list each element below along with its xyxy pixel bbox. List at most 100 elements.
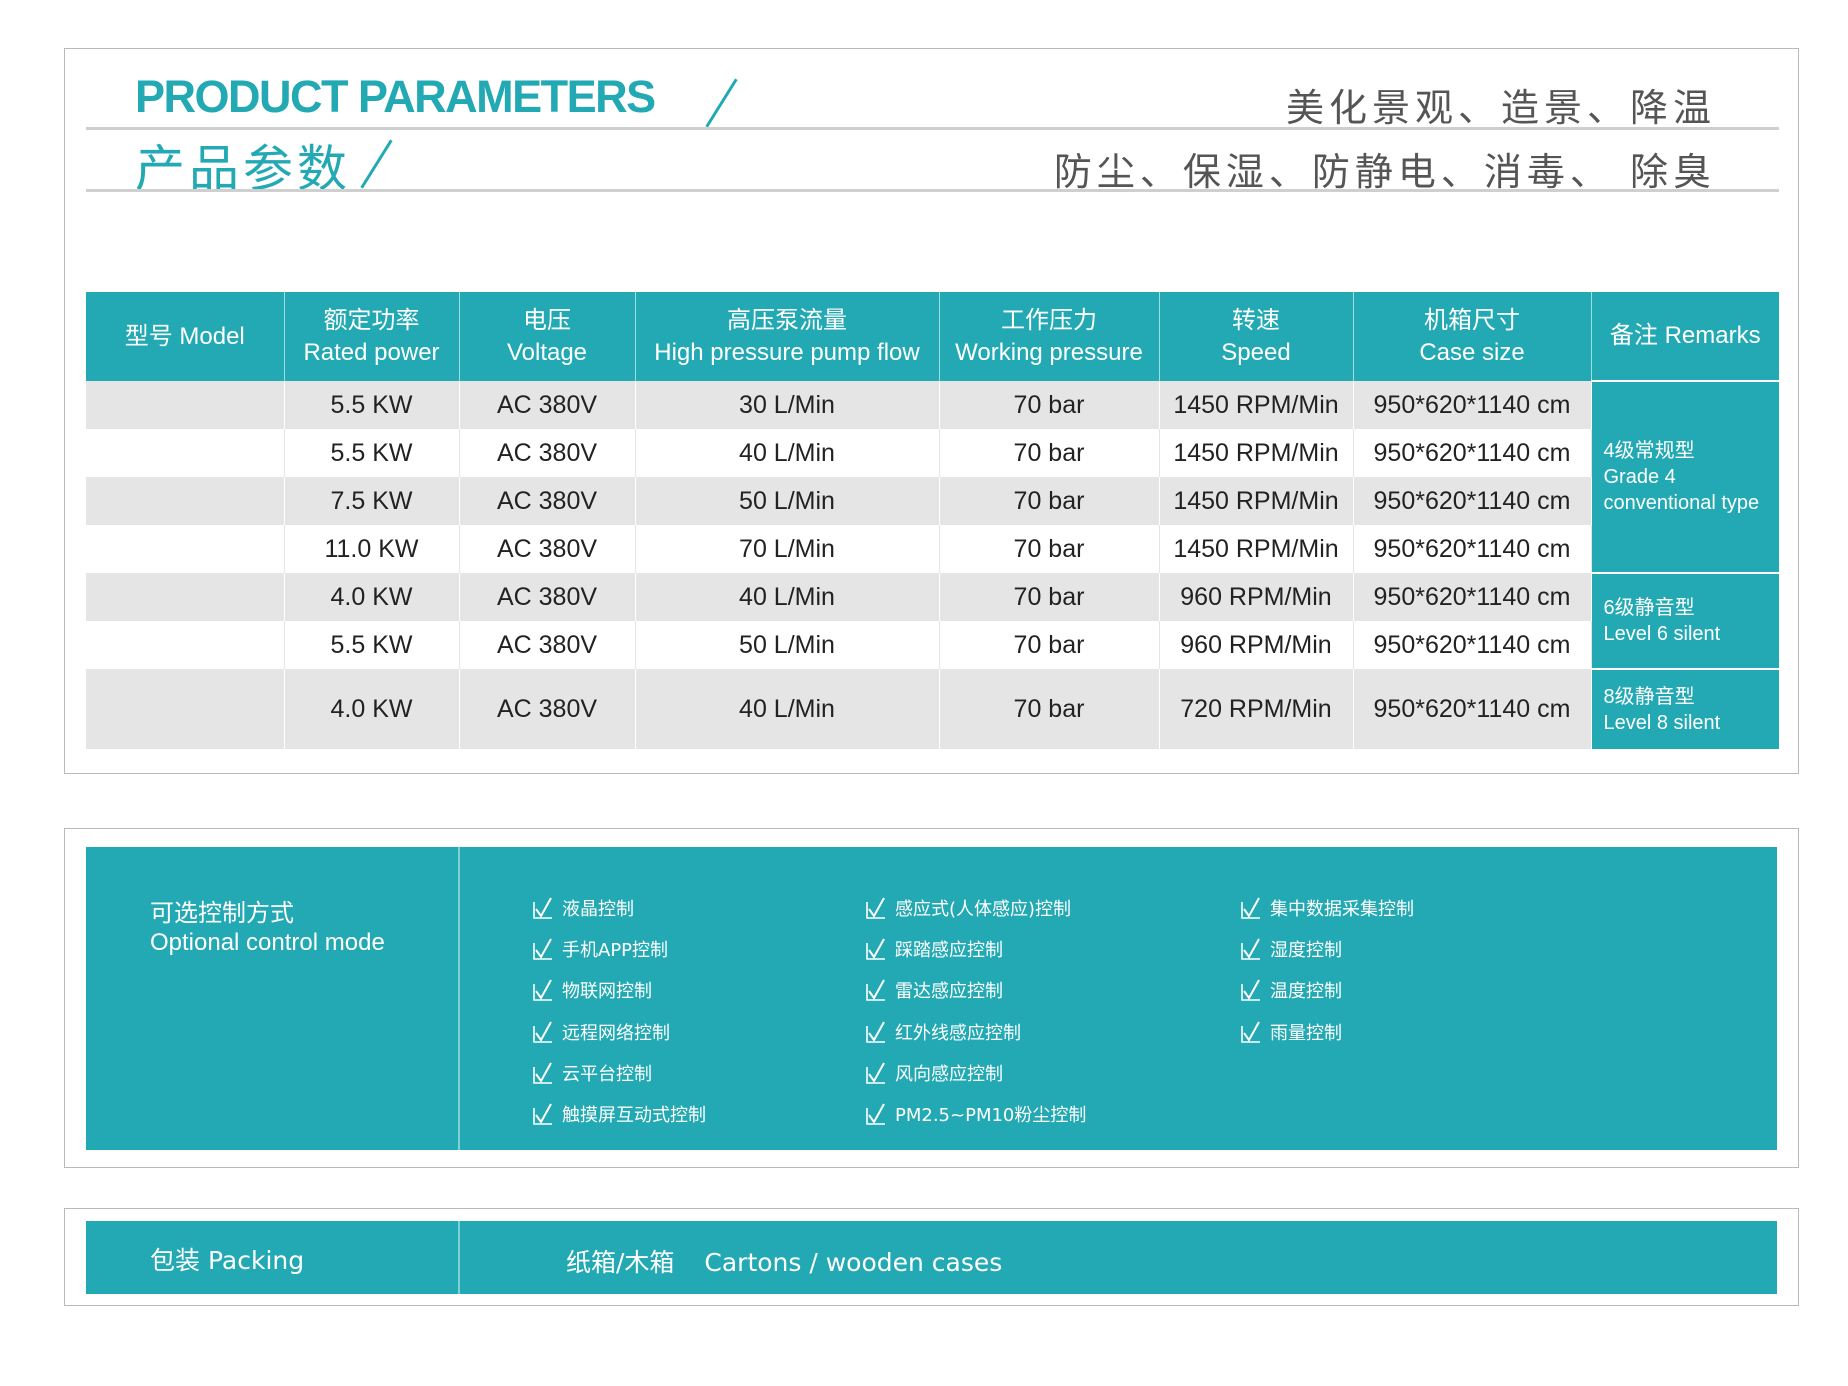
control-mode-label-en: Optional control mode (150, 929, 385, 956)
cell-pressure: 70 bar (939, 429, 1160, 477)
cell-speed: 1450 RPM/Min (1159, 381, 1354, 429)
checkbox-icon (1241, 1021, 1260, 1043)
cell-speed: 1450 RPM/Min (1159, 525, 1354, 573)
cell-model (86, 429, 285, 477)
remark-level-8: 8级静音型 Level 8 silent (1591, 668, 1779, 749)
remark-level-6: 6级静音型 Level 6 silent (1591, 572, 1779, 669)
control-option: 雨量控制 (1240, 1011, 1414, 1052)
control-option: 液晶控制 (532, 887, 706, 928)
checkbox-icon (866, 897, 885, 919)
checkbox-icon (1241, 938, 1260, 960)
remark-grade-4: 4级常规型 Grade 4 conventional type (1591, 380, 1779, 573)
product-parameters-panel: PRODUCT PARAMETERS 产品参数 美化景观、造景、降温 防尘、保湿… (64, 48, 1799, 774)
title-slash-decoration (705, 78, 738, 128)
control-option: 踩踏感应控制 (865, 928, 1086, 969)
cell-speed: 960 RPM/Min (1159, 621, 1354, 669)
cell-pressure: 70 bar (939, 669, 1160, 749)
table-row: 4.0 KW AC 380V 40 L/Min 70 bar 720 RPM/M… (86, 668, 1779, 749)
control-option: 集中数据采集控制 (1240, 887, 1414, 928)
cell-power: 5.5 KW (284, 621, 460, 669)
cell-model (86, 573, 285, 621)
cell-voltage: AC 380V (459, 429, 636, 477)
cell-speed: 1450 RPM/Min (1159, 477, 1354, 525)
cell-pressure: 70 bar (939, 573, 1160, 621)
cell-pressure: 70 bar (939, 525, 1160, 573)
packing-label: 包装 Packing (150, 1246, 305, 1275)
checkbox-icon (866, 938, 885, 960)
cell-size: 950*620*1140 cm (1353, 621, 1592, 669)
col-header-model: 型号 Model (86, 292, 285, 381)
control-option: 远程网络控制 (532, 1011, 706, 1052)
cell-flow: 50 L/Min (635, 621, 940, 669)
header-divider-top (86, 127, 1779, 130)
control-option: PM2.5~PM10粉尘控制 (865, 1093, 1086, 1134)
remark-grade-4-en: Grade 4 conventional type (1603, 466, 1760, 514)
control-option: 云平台控制 (532, 1052, 706, 1093)
cell-power: 5.5 KW (284, 429, 460, 477)
packing-panel: 包装 Packing 纸箱/木箱 Cartons / wooden cases (64, 1208, 1799, 1306)
cell-flow: 40 L/Min (635, 429, 940, 477)
cell-flow: 30 L/Min (635, 381, 940, 429)
control-option: 雷达感应控制 (865, 970, 1086, 1011)
control-option: 感应式(人体感应)控制 (865, 887, 1086, 928)
remark-level-8-en: Level 8 silent (1603, 711, 1721, 734)
cell-speed: 720 RPM/Min (1159, 669, 1354, 749)
checkbox-icon (866, 1062, 885, 1084)
checkbox-icon (866, 1021, 885, 1043)
cell-model (86, 477, 285, 525)
control-mode-label-cn: 可选控制方式 (150, 899, 294, 927)
cell-power: 7.5 KW (284, 477, 460, 525)
cell-voltage: AC 380V (459, 621, 636, 669)
cell-voltage: AC 380V (459, 669, 636, 749)
cell-model (86, 525, 285, 573)
cell-voltage: AC 380V (459, 525, 636, 573)
control-divider (458, 847, 460, 1150)
parameters-table: 型号 Model 额定功率 Rated power 电压 Voltage 高压泵流量… (86, 292, 1779, 749)
cell-flow: 50 L/Min (635, 477, 940, 525)
control-option: 湿度控制 (1240, 928, 1414, 969)
page-title-en: PRODUCT PARAMETERS (135, 71, 656, 122)
cell-size: 950*620*1140 cm (1353, 573, 1592, 621)
tagline-1: 美化景观、造景、降温 (1285, 86, 1716, 130)
cell-size: 950*620*1140 cm (1353, 669, 1592, 749)
checkbox-icon (866, 1103, 885, 1125)
cell-power: 5.5 KW (284, 381, 460, 429)
col-header-pressure: 工作压力 Working pressure (939, 292, 1160, 381)
remark-level-6-cn: 6级静音型 (1603, 597, 1695, 619)
remark-grade-4-cn: 4级常规型 (1603, 440, 1695, 462)
cell-pressure: 70 bar (939, 621, 1160, 669)
control-options-column-1: 液晶控制 手机APP控制 物联网控制 远程网络控制 云平台控制 触摸屏互动式控制 (532, 887, 706, 1135)
control-option: 温度控制 (1240, 970, 1414, 1011)
checkbox-icon (533, 1062, 552, 1084)
cell-size: 950*620*1140 cm (1353, 525, 1592, 573)
col-header-flow: 高压泵流量 High pressure pump flow (635, 292, 940, 381)
checkbox-icon (533, 938, 552, 960)
cell-model (86, 669, 285, 749)
control-mode-bar: 可选控制方式 Optional control mode 液晶控制 手机APP控… (86, 847, 1777, 1150)
packing-value: 纸箱/木箱 Cartons / wooden cases (566, 1243, 1002, 1279)
col-header-voltage: 电压 Voltage (459, 292, 636, 381)
table-row: 5.5 KW AC 380V 30 L/Min 70 bar 1450 RPM/… (86, 380, 1779, 573)
table-row: 11.0 KW AC 380V 70 L/Min 70 bar 1450 RPM… (86, 525, 1779, 573)
cell-pressure: 70 bar (939, 477, 1160, 525)
checkbox-icon (533, 897, 552, 919)
cell-power: 4.0 KW (284, 573, 460, 621)
control-option: 物联网控制 (532, 970, 706, 1011)
control-option: 触摸屏互动式控制 (532, 1093, 706, 1134)
remark-level-6-en: Level 6 silent (1603, 623, 1721, 645)
cell-model (86, 621, 285, 669)
cn-title-slash-decoration (360, 139, 393, 189)
col-header-remarks: 备注 Remarks (1591, 292, 1779, 381)
cell-speed: 960 RPM/Min (1159, 573, 1354, 621)
cell-power: 11.0 KW (284, 525, 460, 573)
col-header-power: 额定功率 Rated power (284, 292, 460, 381)
control-options-column-3: 集中数据采集控制 湿度控制 温度控制 雨量控制 (1240, 887, 1414, 1052)
cell-size: 950*620*1140 cm (1353, 429, 1592, 477)
cell-voltage: AC 380V (459, 477, 636, 525)
cell-flow: 40 L/Min (635, 669, 940, 749)
packing-divider (458, 1221, 460, 1294)
table-row: 5.5 KW AC 380V 40 L/Min 70 bar 1450 RPM/… (86, 429, 1779, 477)
cell-speed: 1450 RPM/Min (1159, 429, 1354, 477)
cell-model (86, 381, 285, 429)
cell-size: 950*620*1140 cm (1353, 381, 1592, 429)
